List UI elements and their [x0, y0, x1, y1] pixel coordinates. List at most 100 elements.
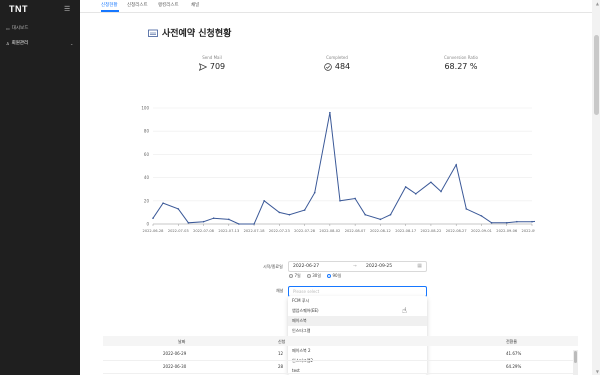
menu-icon[interactable]: ☰: [64, 5, 70, 13]
x-tick-label: 2022-06-28: [143, 229, 165, 233]
table-cell: 41.67%: [506, 351, 522, 356]
data-point: [263, 200, 265, 202]
stat-value: 484: [334, 62, 351, 71]
x-tick-label: 2022-09-06: [496, 229, 518, 233]
page-scrollbar[interactable]: ▲ ▼: [592, 0, 600, 375]
table-header-cell: 날짜: [178, 339, 186, 344]
sidebar-item-label: 대시보드: [11, 26, 29, 31]
data-point: [440, 190, 442, 193]
table-cell: 28: [278, 364, 284, 369]
y-tick-label: 100: [141, 106, 149, 111]
channel-placeholder: Please select: [293, 289, 320, 294]
tab-ranking[interactable]: 랭킹리스트: [158, 2, 179, 8]
scroll-up-icon[interactable]: ▲: [596, 1, 599, 6]
data-point: [516, 220, 518, 223]
sidebar-item-label: 회원관리: [11, 41, 29, 46]
data-point: [490, 222, 493, 224]
data-point: [313, 191, 316, 194]
data-point: [329, 111, 331, 114]
x-tick-label: 2022-09-11: [522, 229, 535, 233]
table-header: 날짜 신청 전환율: [103, 336, 578, 346]
stat-completed: Completed 484: [297, 55, 377, 71]
table-row: 2022-06-30 28 64.29%: [103, 361, 578, 374]
sidebar-item-members[interactable]: ♙ 회원관리: [6, 40, 29, 47]
data-point: [278, 211, 281, 214]
y-tick-label: 0: [146, 222, 149, 227]
dropdown-option[interactable]: 페이스북: [288, 316, 427, 326]
stat-value-row: 709: [172, 62, 252, 71]
data-point: [404, 186, 407, 188]
date-end[interactable]: 2022-09-25: [366, 264, 392, 269]
calendar-icon: [148, 29, 158, 37]
date-range-picker[interactable]: 2022-06-27 → 2022-09-25 ▦: [288, 261, 427, 272]
table-cell: 2022-06-30: [163, 364, 187, 369]
table-header-cell: 신청: [278, 339, 286, 344]
x-tick-label: 2022-07-13: [218, 229, 239, 233]
send-icon: [198, 62, 207, 71]
table-cell: 2022-06-29: [163, 351, 187, 356]
range-radio-group: 7일 30일 90일: [289, 273, 341, 279]
user-icon: ♙: [6, 40, 10, 46]
x-tick-label: 2022-09-01: [471, 229, 492, 233]
stat-value-row: 484: [297, 62, 377, 71]
range-7d[interactable]: 7일: [289, 273, 301, 279]
data-point: [339, 200, 341, 202]
x-tick-label: 2022-07-08: [193, 229, 215, 233]
data-point: [228, 218, 230, 221]
radio-dot: [289, 274, 293, 278]
data-point: [152, 217, 154, 219]
data-point: [465, 208, 468, 210]
tab-channel[interactable]: 채널: [191, 2, 199, 8]
stat-label: Completed: [326, 55, 348, 60]
data-point: [202, 220, 205, 223]
x-tick-label: 2022-08-07: [345, 229, 366, 233]
main-content: 신청현황 신청리스트 랭킹리스트 채널 사전예약 신청현황 Send Mail …: [80, 0, 592, 375]
data-point: [505, 222, 508, 224]
data-point: [212, 217, 215, 219]
x-tick-label: 2022-08-12: [370, 229, 391, 233]
data-point: [354, 197, 356, 200]
data-point: [389, 213, 392, 216]
table-scrollbar-thumb[interactable]: [574, 351, 577, 363]
stat-conversion-ratio: Conversion Ratio 68.27 %: [421, 55, 501, 71]
tab-list[interactable]: 신청리스트: [127, 2, 148, 8]
data-point: [364, 213, 367, 216]
data-point: [303, 209, 306, 211]
data-point: [238, 223, 240, 225]
range-30d[interactable]: 30일: [306, 273, 321, 279]
x-tick-label: 2022-07-23: [269, 229, 290, 233]
data-point: [430, 181, 432, 184]
radio-dot-selected: [327, 274, 332, 278]
sidebar-item-dashboard[interactable]: ▭ 대시보드: [6, 25, 29, 32]
page-title-text: 사전예약 신청현황: [162, 29, 232, 39]
scroll-down-icon[interactable]: ▼: [596, 369, 599, 374]
page-scrollbar-thumb[interactable]: [594, 35, 599, 115]
tab-status[interactable]: 신청현황: [101, 2, 118, 8]
data-point: [455, 164, 458, 166]
date-start[interactable]: 2022-06-27: [293, 264, 319, 269]
x-tick-label: 2022-08-02: [319, 229, 340, 233]
data-point: [414, 193, 417, 195]
radio-dot: [306, 274, 311, 278]
x-tick-label: 2022-08-17: [395, 229, 416, 233]
table-row: 2022-06-29 12 41.67%: [103, 348, 578, 361]
calendar-icon: ▦: [417, 263, 422, 269]
data-point: [480, 215, 483, 217]
x-tick-label: 2022-07-18: [244, 229, 266, 233]
x-tick-label: 2022-08-27: [446, 229, 467, 233]
date-range-label: 시작/종료일: [263, 264, 283, 269]
range-90d[interactable]: 90일: [327, 273, 341, 279]
x-tick-label: 2022-07-03: [168, 229, 189, 233]
dropdown-option[interactable]: 인스타그램: [288, 326, 427, 336]
sidebar: TNT ☰ ▭ 대시보드 ♙ 회원관리 ⌄: [0, 0, 80, 375]
stat-send-mail: Send Mail 709: [172, 55, 252, 71]
data-point: [162, 202, 164, 204]
stat-label: Send Mail: [202, 55, 222, 60]
check-circle-icon: [324, 62, 332, 71]
x-tick-label: 2022-08-22: [420, 229, 441, 233]
hand-cursor-icon: ☝: [402, 306, 407, 315]
data-point: [288, 213, 291, 216]
y-tick-label: 60: [144, 152, 150, 157]
page-title: 사전예약 신청현황: [148, 26, 231, 39]
dropdown-option[interactable]: FCM 푸시: [288, 296, 427, 306]
